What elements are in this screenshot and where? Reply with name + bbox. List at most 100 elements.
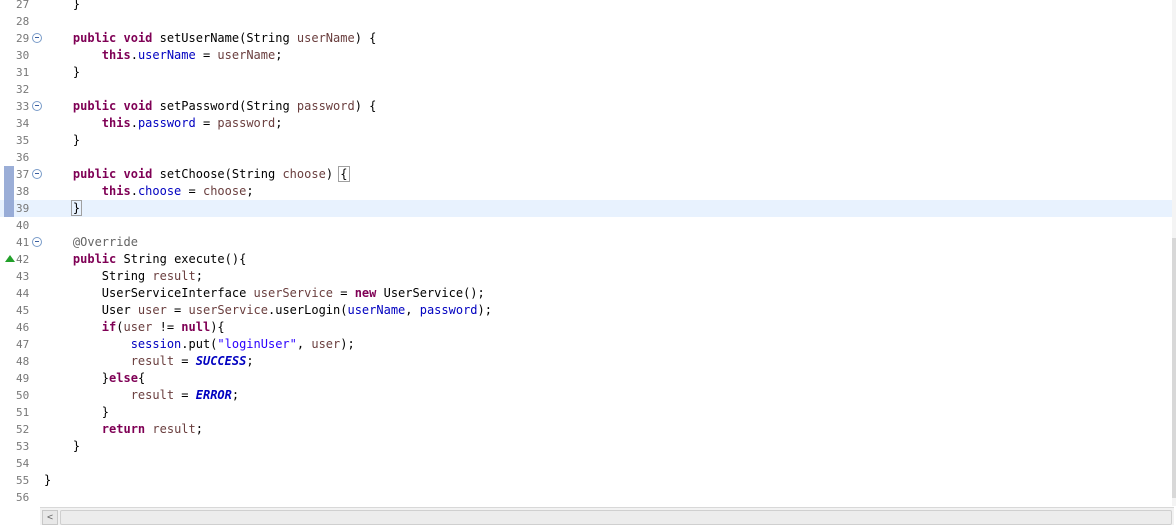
- code-line[interactable]: 53 }: [0, 438, 1176, 455]
- line-number: 28: [16, 15, 30, 28]
- code-token: userName: [217, 48, 276, 62]
- code-line[interactable]: 36: [0, 149, 1176, 166]
- scroll-left-arrow-icon[interactable]: <: [42, 510, 58, 525]
- code-line[interactable]: 34 this.password = password;: [0, 115, 1176, 132]
- fold-collapse-icon[interactable]: [32, 101, 42, 111]
- fold-collapse-icon[interactable]: [32, 169, 42, 179]
- code-token: }: [44, 371, 110, 385]
- code-token: String: [44, 269, 153, 283]
- code-token: ;: [246, 354, 254, 368]
- code-token: ) {: [354, 31, 377, 45]
- code-token: UserService();: [376, 286, 485, 300]
- code-token: }: [70, 200, 83, 216]
- code-line[interactable]: 49 }else{: [0, 370, 1176, 387]
- line-number: 54: [16, 457, 30, 470]
- vertical-scrollbar-thumb[interactable]: [1172, 238, 1176, 498]
- code-token: userName: [296, 31, 355, 45]
- code-token: void: [123, 99, 153, 113]
- line-number: 30: [16, 49, 30, 62]
- code-token: }: [44, 133, 81, 147]
- code-line[interactable]: 28: [0, 13, 1176, 30]
- code-token: public: [72, 99, 117, 113]
- code-line[interactable]: 42 public String execute(){: [0, 251, 1176, 268]
- line-number: 55: [16, 474, 30, 487]
- line-number: 35: [16, 134, 30, 147]
- code-line[interactable]: 29 public void setUserName(String userNa…: [0, 30, 1176, 47]
- code-line[interactable]: 55}: [0, 472, 1176, 489]
- code-token: {: [137, 371, 146, 385]
- code-line[interactable]: 50 result = ERROR;: [0, 387, 1176, 404]
- code-token: {: [338, 166, 350, 182]
- code-text: this.userName = userName;: [44, 47, 283, 64]
- override-arrow-icon[interactable]: [5, 255, 15, 262]
- code-line[interactable]: 33 public void setPassword(String passwo…: [0, 98, 1176, 115]
- code-token: @Override: [72, 235, 138, 249]
- code-line[interactable]: 52 return result;: [0, 421, 1176, 438]
- code-line[interactable]: 47 session.put("loginUser", user);: [0, 336, 1176, 353]
- code-token: userName: [137, 48, 196, 62]
- code-token: this: [101, 116, 131, 130]
- code-text: if(user != null){: [44, 319, 225, 336]
- line-number: 42: [16, 253, 30, 266]
- code-line[interactable]: 45 User user = userService.userLogin(use…: [0, 302, 1176, 319]
- code-line[interactable]: 31 }: [0, 64, 1176, 81]
- line-number: 43: [16, 270, 30, 283]
- code-line[interactable]: 39 }: [0, 200, 1176, 217]
- code-token: session: [130, 337, 182, 351]
- code-token: result: [152, 269, 196, 283]
- code-text: }: [44, 200, 83, 217]
- code-token: if: [101, 320, 117, 334]
- code-text: }: [44, 438, 80, 455]
- code-line[interactable]: 38 this.choose = choose;: [0, 183, 1176, 200]
- code-line[interactable]: 41 @Override: [0, 234, 1176, 251]
- code-line[interactable]: 32: [0, 81, 1176, 98]
- code-token: user: [137, 303, 167, 317]
- code-line[interactable]: 46 if(user != null){: [0, 319, 1176, 336]
- code-text: this.choose = choose;: [44, 183, 254, 200]
- code-token: password: [296, 99, 355, 113]
- code-token: ;: [246, 184, 254, 198]
- fold-collapse-icon[interactable]: [32, 237, 42, 247]
- code-token: ;: [195, 269, 203, 283]
- code-line[interactable]: 44 UserServiceInterface userService = ne…: [0, 285, 1176, 302]
- line-number: 32: [16, 83, 30, 96]
- horizontal-scrollbar[interactable]: <: [40, 507, 1174, 525]
- line-number: 38: [16, 185, 30, 198]
- occurrence-marker: [4, 166, 14, 183]
- code-line[interactable]: 27 }: [0, 0, 1176, 13]
- line-number: 36: [16, 151, 30, 164]
- code-token: ;: [275, 116, 283, 130]
- line-number: 44: [16, 287, 30, 300]
- code-token: =: [333, 286, 355, 300]
- code-token: }: [44, 473, 52, 487]
- code-token: setChoose(String: [152, 167, 283, 181]
- code-token: "loginUser": [217, 337, 297, 351]
- code-editor[interactable]: 27 } 28 29 public void setUserName(String …: [0, 0, 1176, 506]
- code-line[interactable]: 51 }: [0, 404, 1176, 421]
- code-line[interactable]: 54: [0, 455, 1176, 472]
- code-token: ;: [195, 422, 203, 436]
- code-token: ,: [296, 337, 312, 351]
- line-number: 34: [16, 117, 30, 130]
- code-text: }: [44, 472, 51, 489]
- code-text: @Override: [44, 234, 138, 251]
- horizontal-scrollbar-thumb[interactable]: [60, 510, 1172, 525]
- code-line[interactable]: 35 }: [0, 132, 1176, 149]
- code-line[interactable]: 40: [0, 217, 1176, 234]
- code-line[interactable]: 48 result = SUCCESS;: [0, 353, 1176, 370]
- fold-collapse-icon[interactable]: [32, 33, 42, 43]
- code-line[interactable]: 37 public void setChoose(String choose) …: [0, 166, 1176, 183]
- code-line[interactable]: 43 String result;: [0, 268, 1176, 285]
- line-number: 31: [16, 66, 30, 79]
- code-line[interactable]: 56: [0, 489, 1176, 506]
- code-line[interactable]: 30 this.userName = userName;: [0, 47, 1176, 64]
